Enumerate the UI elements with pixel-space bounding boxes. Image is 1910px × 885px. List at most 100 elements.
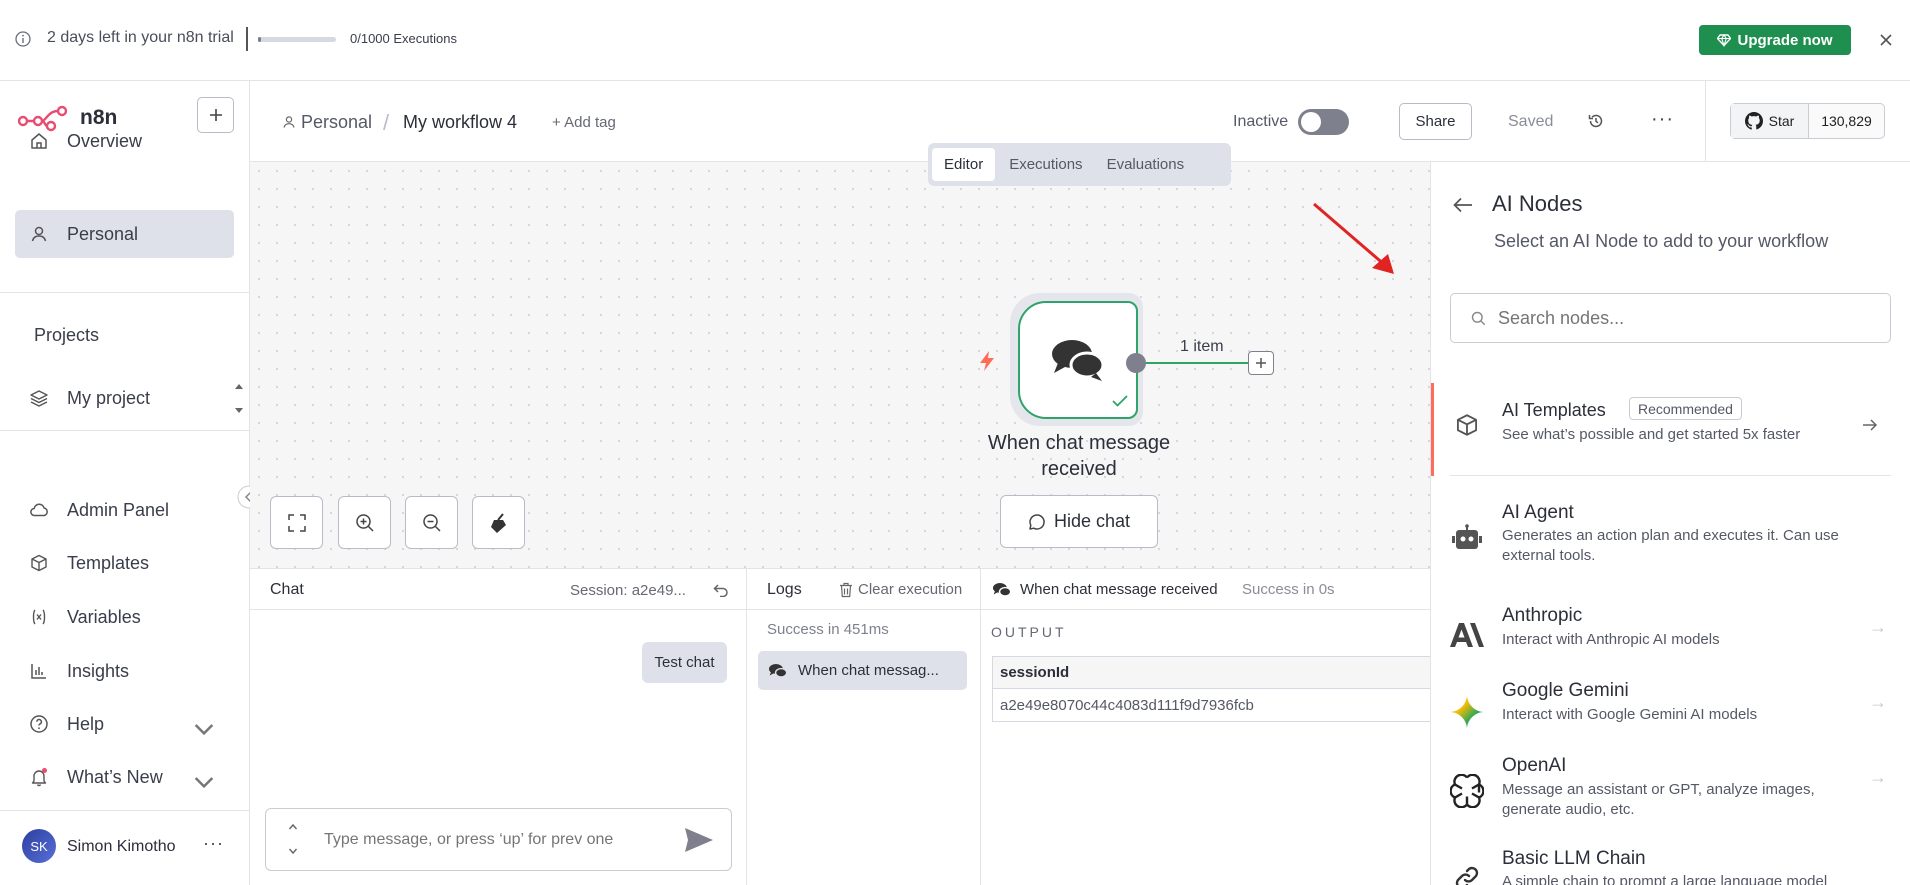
chart-icon: [31, 664, 46, 679]
session-id: Session: a2e49...: [570, 582, 686, 599]
active-status-label: Inactive: [1233, 113, 1289, 130]
gemini-icon: [1449, 694, 1485, 730]
plus-icon: [1256, 358, 1266, 368]
tab-editor[interactable]: Editor: [932, 148, 996, 181]
upgrade-label: Upgrade now: [1737, 31, 1833, 49]
history-nav-icon[interactable]: [288, 821, 298, 857]
ai-templates-item[interactable]: AI Templates Recommended See what’s poss…: [1431, 383, 1910, 476]
chat-message-input[interactable]: [324, 826, 674, 854]
close-icon[interactable]: [1879, 33, 1893, 47]
share-button[interactable]: Share: [1399, 103, 1472, 140]
more-options-icon[interactable]: ···: [1651, 108, 1674, 131]
chat-bubbles-icon: [992, 583, 1012, 597]
upgrade-button[interactable]: Upgrade now: [1699, 25, 1851, 55]
connection-item-count: 1 item: [1180, 338, 1224, 355]
divider: [0, 430, 250, 431]
avatar[interactable]: SK: [22, 829, 56, 863]
divider: [0, 292, 250, 293]
divider: [0, 810, 250, 811]
breadcrumb-project[interactable]: Personal: [301, 112, 372, 133]
sidebar-item-label: Help: [67, 713, 105, 734]
openai-title: OpenAI: [1502, 755, 1567, 776]
box-icon: [1449, 407, 1485, 443]
trial-banner: 2 days left in your n8n trial 0/1000 Exe…: [0, 0, 1910, 81]
log-entry[interactable]: When chat messag...: [758, 651, 967, 690]
sidebar-item-whats-new[interactable]: What’s New: [15, 753, 234, 801]
ai-agent-item[interactable]: AI Agent Generates an action plan and ex…: [1431, 502, 1910, 572]
basic-llm-chain-item[interactable]: Basic LLM Chain A simple chain to prompt…: [1431, 848, 1910, 885]
sidebar-item-personal[interactable]: Personal: [15, 210, 234, 258]
send-icon[interactable]: [684, 827, 714, 853]
google-gemini-title: Google Gemini: [1502, 680, 1629, 701]
add-tag-button[interactable]: + Add tag: [552, 114, 616, 131]
sidebar-item-label: My project: [67, 387, 151, 408]
chat-bubbles-icon: [768, 663, 788, 678]
openai-item[interactable]: OpenAI Message an assistant or GPT, anal…: [1431, 755, 1910, 825]
tab-executions[interactable]: Executions: [999, 148, 1092, 181]
zoom-out-button[interactable]: [405, 496, 458, 549]
google-gemini-item[interactable]: Google Gemini Interact with Google Gemin…: [1431, 680, 1910, 736]
variable-icon: [32, 609, 46, 625]
active-toggle[interactable]: [1298, 109, 1349, 135]
search-nodes-field[interactable]: [1450, 293, 1891, 343]
star-label: Star: [1768, 113, 1795, 129]
output-table: sessionId a2e49e8070c44c4083d111f9d7936f…: [992, 656, 1430, 722]
basic-llm-chain-desc: A simple chain to prompt a large languag…: [1502, 873, 1828, 885]
box-icon: [31, 554, 47, 572]
logs-title: Logs: [767, 581, 802, 598]
tab-evaluations[interactable]: Evaluations: [1097, 148, 1195, 181]
sidebar-item-my-project[interactable]: My project: [15, 374, 234, 422]
chat-panel: Chat Session: a2e49... Test chat: [250, 568, 747, 885]
sidebar-item-variables[interactable]: Variables: [15, 593, 234, 641]
saved-status: Saved: [1508, 113, 1554, 130]
scroll-arrows-icon[interactable]: [233, 381, 245, 417]
hide-chat-button[interactable]: Hide chat: [1000, 495, 1158, 548]
basic-llm-chain-title: Basic LLM Chain: [1502, 848, 1646, 869]
sidebar-item-insights[interactable]: Insights: [15, 647, 234, 695]
ai-agent-title: AI Agent: [1502, 502, 1574, 523]
search-nodes-input[interactable]: [1498, 306, 1868, 330]
chevron-down-icon: [194, 777, 214, 789]
panel-subtitle: Select an AI Node to add to your workflo…: [1494, 231, 1829, 251]
github-star-widget[interactable]: Star 130,829: [1730, 103, 1885, 139]
node-label-line: When chat message: [987, 432, 1171, 454]
chevron-right-icon: →: [1869, 617, 1887, 637]
output-heading: OUTPUT: [991, 624, 1067, 640]
add-node-button[interactable]: [1248, 351, 1274, 375]
workflow-name[interactable]: My workflow 4: [403, 112, 517, 133]
executions-progress-bar: [258, 37, 336, 42]
tidy-up-button[interactable]: [472, 496, 525, 549]
back-arrow-icon[interactable]: [1453, 197, 1473, 213]
chat-trigger-node[interactable]: [1018, 301, 1138, 419]
help-icon: [30, 715, 48, 733]
workflow-canvas[interactable]: Editor Executions Evaluations 1 item Whe…: [250, 143, 1430, 568]
star-count: 130,829: [1821, 113, 1872, 129]
anthropic-item[interactable]: Anthropic Interact with Anthropic AI mod…: [1431, 605, 1910, 661]
user-icon: [283, 116, 295, 128]
sidebar-item-admin-panel[interactable]: Admin Panel: [15, 486, 234, 534]
trial-text: 2 days left in your n8n trial: [47, 29, 234, 46]
output-handle[interactable]: [1126, 353, 1146, 373]
bell-icon: [31, 768, 47, 787]
output-node-name: When chat message received: [1020, 581, 1218, 598]
trash-icon: [840, 582, 852, 597]
robot-icon: [1449, 520, 1485, 556]
sidebar-item-overview[interactable]: Overview: [15, 117, 234, 165]
logs-panel: Logs Clear execution Success in 451ms Wh…: [747, 568, 981, 885]
projects-heading: Projects: [34, 325, 100, 345]
history-icon[interactable]: [1587, 112, 1605, 130]
banner-divider: [246, 27, 248, 51]
zoom-to-fit-button[interactable]: [270, 496, 323, 549]
output-cell[interactable]: a2e49e8070c44c4083d111f9d7936fcb: [993, 689, 1430, 721]
clear-execution-button[interactable]: Clear execution: [839, 581, 962, 598]
reset-session-icon[interactable]: [713, 583, 729, 597]
sidebar-item-help[interactable]: Help: [15, 700, 234, 748]
chat-input-box[interactable]: [265, 808, 732, 871]
output-panel: When chat message received Success in 0s…: [981, 568, 1430, 885]
node-label-line: received: [1041, 458, 1117, 480]
zoom-in-button[interactable]: [338, 496, 391, 549]
user-menu-icon[interactable]: ···: [203, 833, 224, 854]
sidebar-item-templates[interactable]: Templates: [15, 539, 234, 587]
executions-count: 0/1000 Executions: [350, 31, 457, 46]
ai-templates-desc: See what’s possible and get started 5x f…: [1502, 426, 1801, 443]
